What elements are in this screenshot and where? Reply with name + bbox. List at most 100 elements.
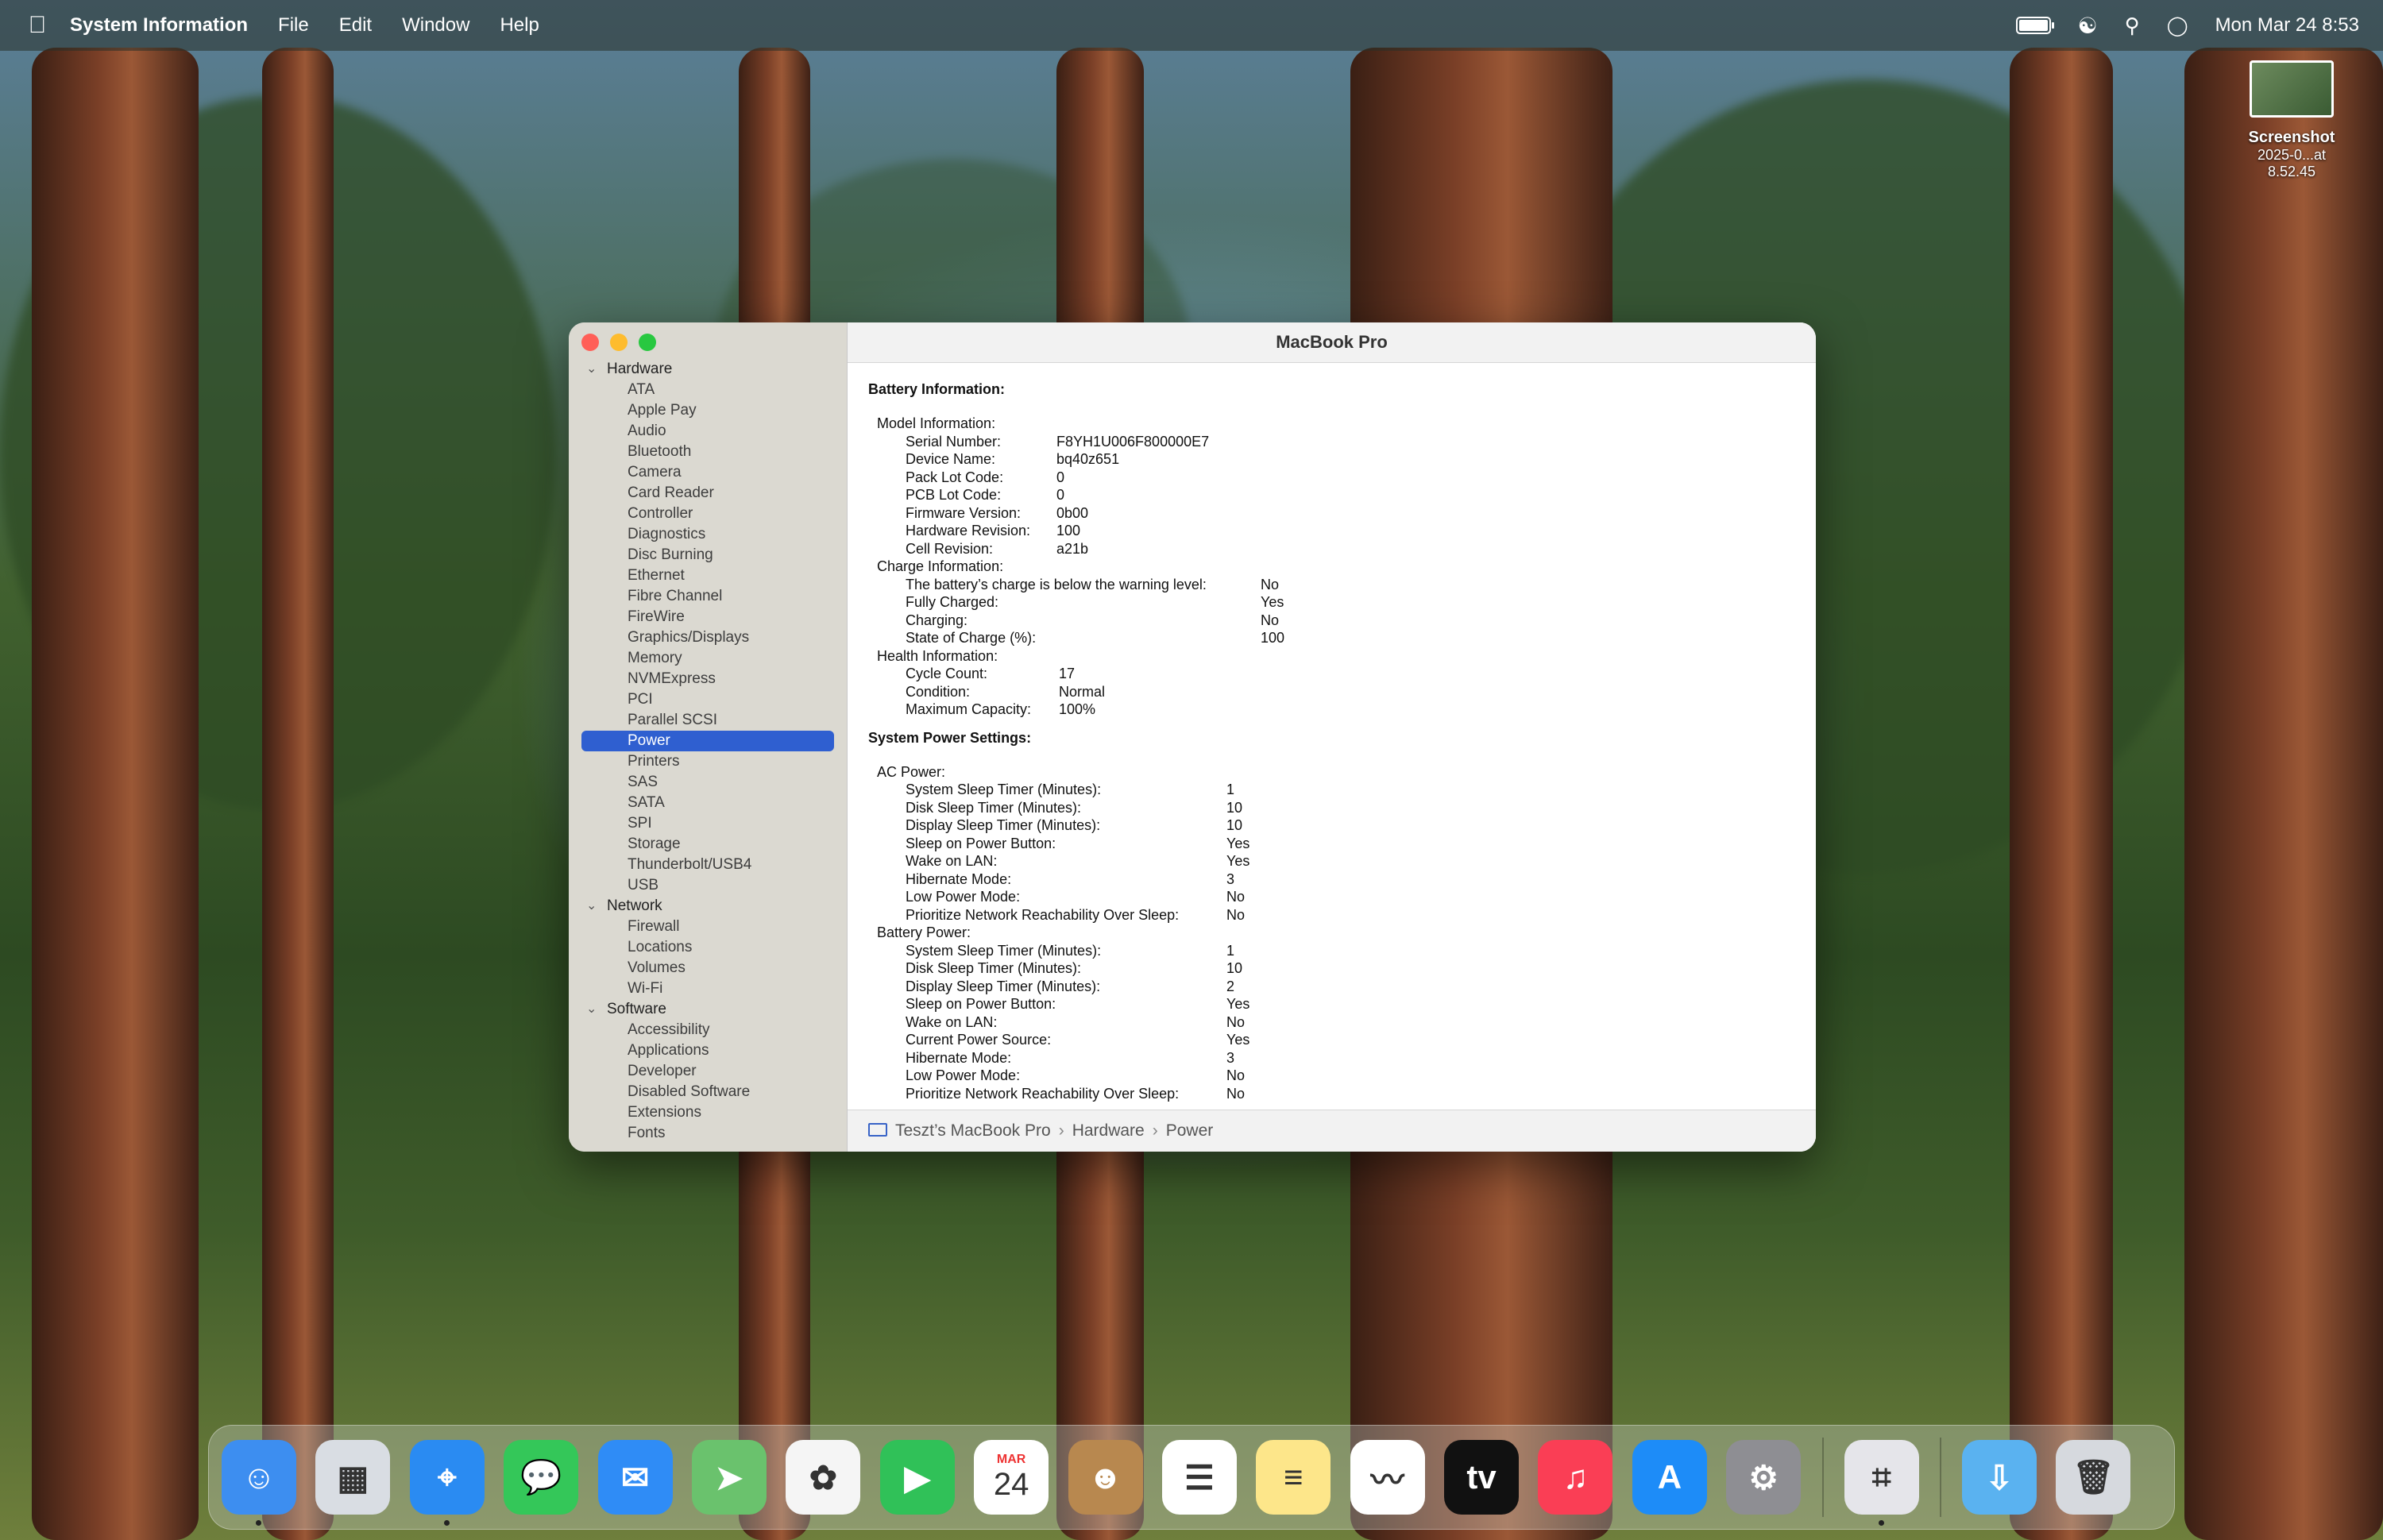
appstore-icon[interactable]: A — [1632, 1440, 1707, 1515]
spotlight-search-icon[interactable]: ⚲ — [2125, 14, 2140, 38]
sidebar-group-label: Software — [607, 1001, 666, 1017]
trash-icon[interactable]: 🗑 — [2056, 1440, 2131, 1515]
sidebar-item-audio[interactable]: Audio — [569, 421, 847, 442]
sidebar-item-usb[interactable]: USB — [569, 875, 847, 896]
desktop-file-name: Screenshot — [2248, 129, 2335, 146]
sidebar-item-fonts[interactable]: Fonts — [569, 1123, 847, 1144]
close-button[interactable] — [581, 334, 599, 351]
reminders-icon[interactable]: ☰ — [1161, 1440, 1237, 1515]
downloads-icon[interactable]: ⇩ — [1962, 1440, 2037, 1515]
menu-edit[interactable]: Edit — [339, 14, 372, 37]
sidebar-item-sata[interactable]: SATA — [569, 793, 847, 813]
sidebar-item-printers[interactable]: Printers — [569, 751, 847, 772]
sidebar-item-volumes[interactable]: Volumes — [569, 958, 847, 978]
sidebar-item-sas[interactable]: SAS — [569, 772, 847, 793]
info-row: System Sleep Timer (Minutes): 1 — [868, 942, 1795, 960]
sidebar-item-memory[interactable]: Memory — [569, 648, 847, 669]
window-controls — [581, 334, 656, 351]
sidebar-item-thunderbolt-usb4[interactable]: Thunderbolt/USB4 — [569, 855, 847, 875]
sidebar-item-fibre-channel[interactable]: Fibre Channel — [569, 586, 847, 607]
contacts-icon[interactable]: ☻ — [1068, 1440, 1143, 1515]
desktop-screenshot-file[interactable]: Screenshot 2025-0...at 8.52.45 — [2232, 60, 2351, 180]
sidebar-item-parallel-scsi[interactable]: Parallel SCSI — [569, 710, 847, 731]
ac-power-label: AC Power: — [877, 763, 946, 780]
sidebar-item-graphics-displays[interactable]: Graphics/Displays — [569, 627, 847, 648]
sidebar-item-diagnostics[interactable]: Diagnostics — [569, 524, 847, 545]
minimize-button[interactable] — [610, 334, 628, 351]
sidebar-item-ata[interactable]: ATA — [569, 380, 847, 400]
maps-icon[interactable]: ➤ — [691, 1440, 767, 1515]
sidebar-group-network[interactable]: ⌄ Network — [569, 896, 847, 917]
system-information-icon[interactable]: ⌗ — [1844, 1440, 1919, 1526]
breadcrumb-hardware[interactable]: Hardware — [1072, 1121, 1145, 1140]
music-icon[interactable]: ♫ — [1538, 1440, 1613, 1515]
sidebar-item-storage[interactable]: Storage — [569, 834, 847, 855]
info-row: Hibernate Mode: 3 — [868, 1049, 1795, 1067]
sidebar-item-card-reader[interactable]: Card Reader — [569, 483, 847, 504]
menu-window[interactable]: Window — [402, 14, 469, 37]
dock-glyph: ➤ — [715, 1458, 743, 1496]
info-row: Firmware Version: 0b00 — [868, 504, 1795, 523]
chevron-down-icon[interactable]: ⌄ — [586, 896, 597, 917]
sidebar-item-pci[interactable]: PCI — [569, 689, 847, 710]
breadcrumb-power[interactable]: Power — [1166, 1121, 1214, 1140]
calendar-icon[interactable]: MAR 24 — [974, 1440, 1049, 1515]
detail-view[interactable]: Battery Information: Model Information: S… — [848, 362, 1816, 1110]
chevron-down-icon[interactable]: ⌄ — [586, 359, 597, 380]
sidebar-group-hardware[interactable]: ⌄ Hardware — [569, 359, 847, 380]
sidebar-group-software[interactable]: ⌄ Software — [569, 999, 847, 1020]
sidebar-item-camera[interactable]: Camera — [569, 462, 847, 483]
sidebar-item-power[interactable]: Power — [581, 731, 834, 751]
sidebar-item-nvmexpress[interactable]: NVMExpress — [569, 669, 847, 689]
chevron-down-icon[interactable]: ⌄ — [586, 999, 597, 1020]
info-value: No — [1261, 612, 1280, 628]
sidebar-group-label: Hardware — [607, 361, 673, 377]
sidebar-item-apple-pay[interactable]: Apple Pay — [569, 400, 847, 421]
zoom-button[interactable] — [639, 334, 656, 351]
info-row: Prioritize Network Reachability Over Sle… — [868, 1085, 1795, 1103]
info-key: Cell Revision: — [906, 540, 994, 557]
appletv-icon[interactable]: tv — [1444, 1440, 1520, 1515]
info-value: Yes — [1226, 1032, 1250, 1048]
sidebar-item-controller[interactable]: Controller — [569, 504, 847, 524]
sidebar-item-bluetooth[interactable]: Bluetooth — [569, 442, 847, 462]
safari-icon[interactable]: ⌖ — [409, 1440, 485, 1526]
facetime-icon[interactable]: ▶ — [879, 1440, 955, 1515]
menu-file[interactable]: File — [278, 14, 309, 37]
sidebar-item-extensions[interactable]: Extensions — [569, 1102, 847, 1123]
sidebar-item-accessibility[interactable]: Accessibility — [569, 1020, 847, 1040]
mail-icon[interactable]: ✉ — [597, 1440, 673, 1515]
messages-icon[interactable]: 💬 — [504, 1440, 579, 1515]
menu-clock[interactable]: Mon Mar 24 8:53 — [2215, 14, 2359, 37]
info-value: No — [1226, 1067, 1246, 1083]
info-value: 10 — [1226, 817, 1243, 833]
sidebar-item-locations[interactable]: Locations — [569, 937, 847, 958]
sidebar-item-disc-burning[interactable]: Disc Burning — [569, 545, 847, 565]
sidebar-item-applications[interactable]: Applications — [569, 1040, 847, 1061]
menu-help[interactable]: Help — [500, 14, 539, 37]
system-settings-icon[interactable]: ⚙ — [1726, 1440, 1802, 1515]
sidebar-item-ethernet[interactable]: Ethernet — [569, 565, 847, 586]
sidebar-item-developer[interactable]: Developer — [569, 1061, 847, 1082]
breadcrumb-computer[interactable]: Teszt’s MacBook Pro — [895, 1121, 1051, 1140]
info-row: Disk Sleep Timer (Minutes): 10 — [868, 799, 1795, 817]
sidebar-item-spi[interactable]: SPI — [569, 813, 847, 834]
sidebar-item-wi-fi[interactable]: Wi-Fi — [569, 978, 847, 999]
battery-icon[interactable] — [2015, 17, 2054, 34]
launchpad-icon[interactable]: ▦ — [315, 1440, 391, 1515]
control-center-icon[interactable]: ◯ — [2167, 14, 2188, 37]
info-row: Cell Revision: a21b — [868, 540, 1795, 558]
info-value: 100 — [1056, 523, 1081, 538]
menu-app-name[interactable]: System Information — [70, 14, 248, 37]
apple-menu-icon[interactable]:  — [24, 12, 51, 39]
finder-icon[interactable]: ☺ — [222, 1440, 296, 1526]
wifi-icon[interactable]: ☯ — [2078, 13, 2098, 39]
freeform-icon[interactable]: 〰 — [1350, 1440, 1425, 1515]
sidebar: ⌄ Hardware ATA Apple Pay Audio Bluetooth Camer… — [569, 322, 848, 1152]
sidebar-item-firewire[interactable]: FireWire — [569, 607, 847, 627]
sidebar-item-disabled-software[interactable]: Disabled Software — [569, 1082, 847, 1102]
sidebar-item-firewall[interactable]: Firewall — [569, 917, 847, 937]
notes-icon[interactable]: ≡ — [1256, 1440, 1331, 1515]
photos-icon[interactable]: ✿ — [786, 1440, 861, 1515]
info-value: 0 — [1056, 469, 1065, 485]
